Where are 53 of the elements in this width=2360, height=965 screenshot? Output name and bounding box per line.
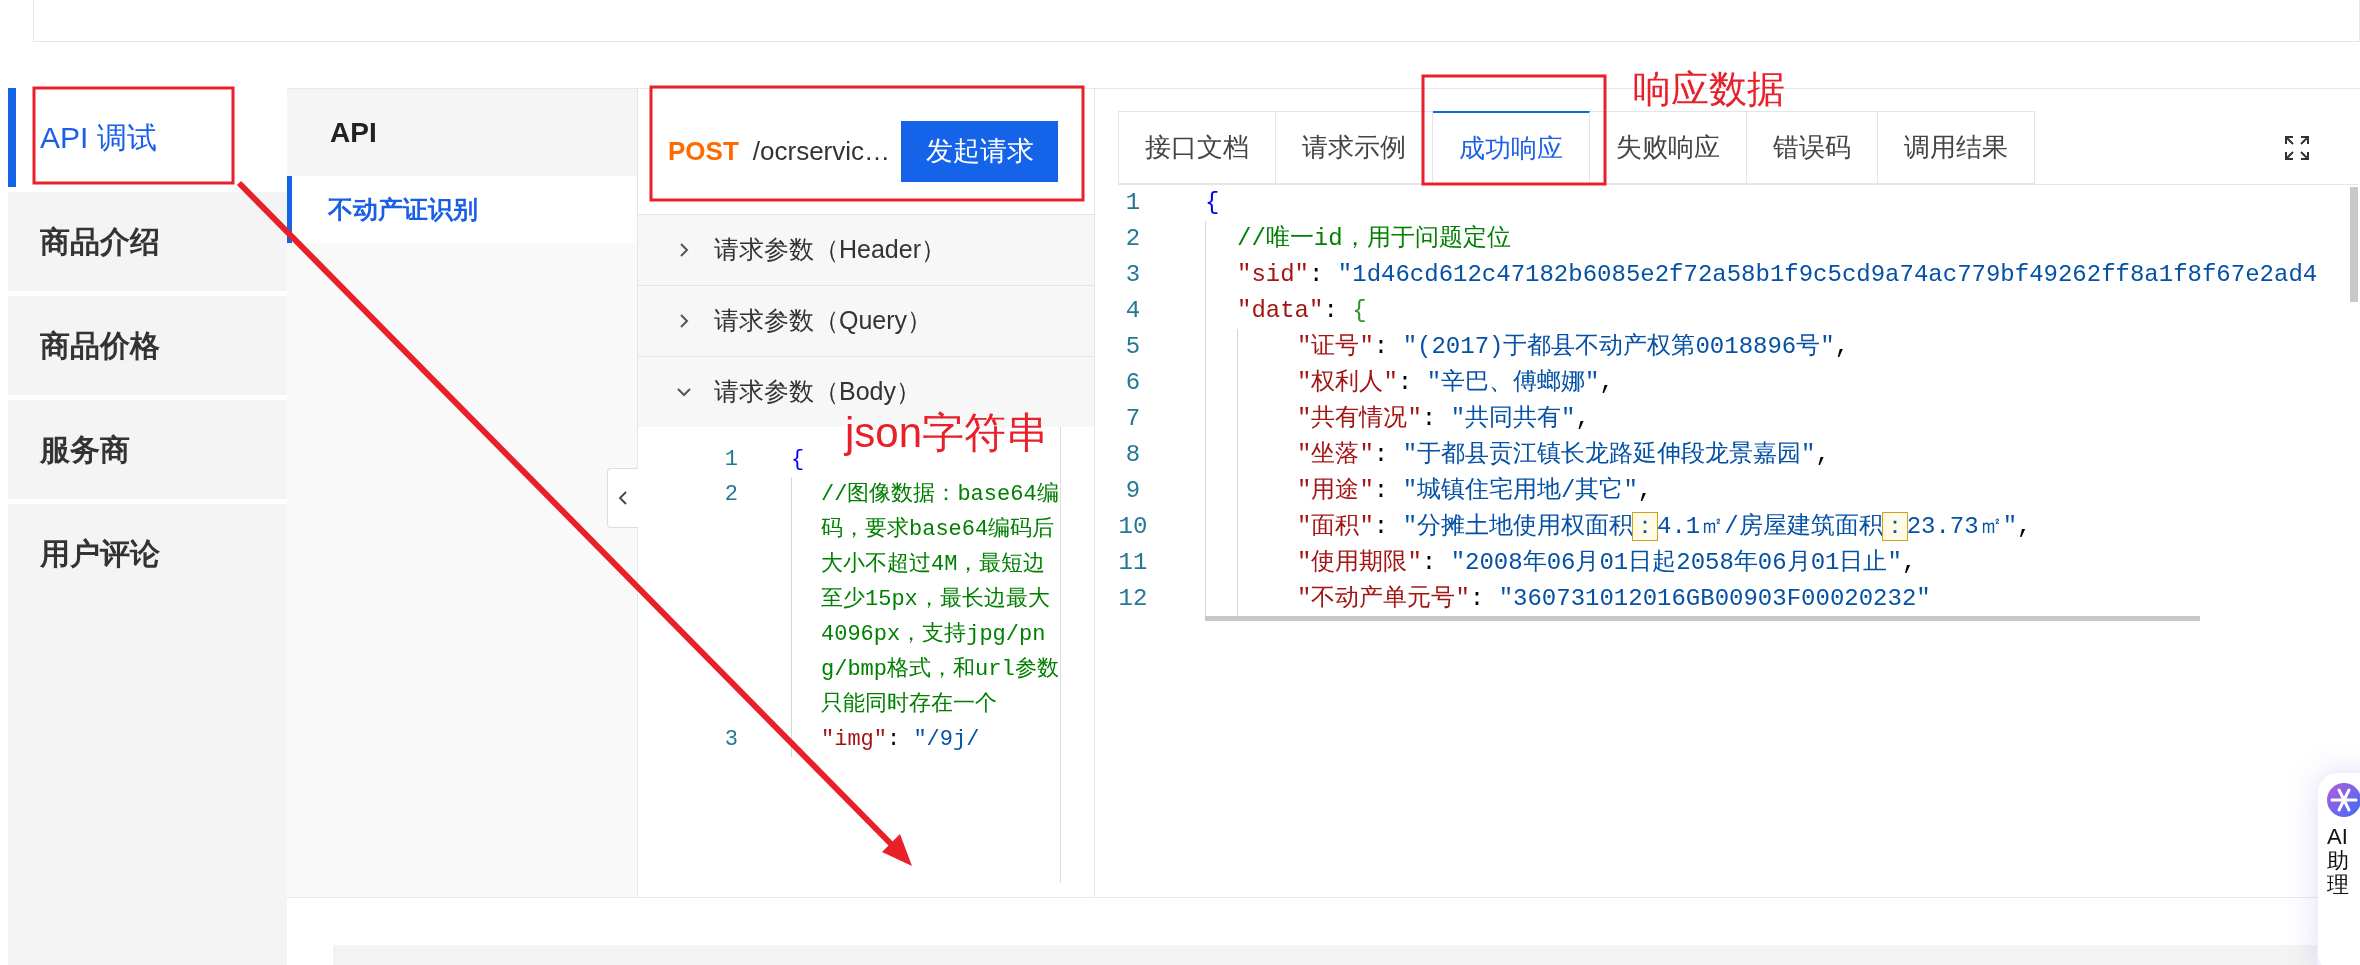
code-line: "img": "/9j/ (821, 726, 981, 754)
line-number: 5 (1124, 332, 1142, 362)
section-title: API (287, 89, 637, 176)
api-item[interactable]: 不动产证识别 (287, 176, 637, 243)
nav-item[interactable]: API 调试 (8, 88, 287, 187)
accordion-header[interactable]: 请求参数（Header） (638, 214, 1094, 285)
accordion-header[interactable]: 请求参数（Query） (638, 285, 1094, 356)
code-line: "使用期限": "2008年06月01日起2058年06月01日止", (1297, 548, 1917, 578)
code-line: "坐落": "于都县贡江镇长龙路延伸段龙景嘉园", (1297, 440, 1830, 470)
code-line: "证号": "(2017)于都县不动产权第0018896号", (1297, 332, 1850, 362)
fullscreen-icon[interactable] (2284, 134, 2310, 161)
annotation-label: 响应数据 (1633, 70, 1785, 108)
code-line: "共有情况": "共同共有", (1297, 404, 1590, 434)
send-request-button[interactable]: 发起请求 (901, 121, 1059, 182)
scrollbar[interactable] (2350, 187, 2358, 302)
tab[interactable]: 错误码 (1747, 111, 1878, 184)
line-number: 10 (1118, 512, 1148, 542)
line-number: 3 (1124, 260, 1142, 290)
code-line: { (1205, 188, 1220, 218)
assistant-widget[interactable]: AI助理 (2318, 773, 2360, 965)
code-line: "不动产单元号": "360731012016GB00903F00020232" (1297, 584, 1931, 614)
code-line: "data": { (1237, 296, 1367, 326)
line-number: 7 (1124, 404, 1142, 434)
line-number: 12 (1118, 584, 1148, 614)
scrollbar[interactable] (1205, 616, 2200, 621)
assistant-label: AI助理 (2327, 825, 2350, 898)
line-number: 2 (1124, 224, 1142, 254)
line-number: 1 (1124, 188, 1142, 218)
code-line: { (791, 446, 806, 474)
code-line: "权利人": "辛巴、傅螂娜", (1297, 368, 1614, 398)
code-line: //图像数据：base64编码，要求base64编码后大小不超过4M，最短边至少15px，最长边最大4096px，支持jpg/png/bmp格式，和url参数只能同时存在一个 (821, 481, 1060, 719)
line-number: 1 (723, 446, 738, 474)
line-number: 3 (723, 726, 738, 754)
assistant-icon (2327, 783, 2360, 817)
endpoint-path: /ocrservic… (752, 135, 891, 168)
tab[interactable]: 成功响应 (1433, 111, 1590, 184)
tab[interactable]: 调用结果 (1878, 111, 2035, 184)
code-line: //唯一id，用于问题定位 (1237, 224, 1511, 254)
http-method: POST (668, 135, 739, 168)
line-number: 4 (1124, 296, 1142, 326)
chevron-icon (616, 490, 630, 506)
code-line: "用途": "城镇住宅用地/其它", (1297, 475, 1653, 506)
tab[interactable]: 请求示例 (1276, 111, 1433, 184)
line-number: 6 (1124, 368, 1142, 398)
tab[interactable]: 接口文档 (1118, 111, 1276, 184)
collapse-button[interactable] (607, 468, 638, 528)
code-line: "sid": "1d46cd612c47182b6085e2f72a58b1f9c5cd9a74ac779bf49262ff8a1f8f67e2ad4 (1237, 260, 2318, 290)
line-number: 2 (723, 481, 738, 509)
tab[interactable]: 失败响应 (1590, 111, 1747, 184)
line-number: 9 (1124, 476, 1142, 506)
line-number: 11 (1118, 548, 1148, 578)
line-number: 8 (1124, 440, 1142, 470)
code-line: "面积": "分摊土地使用权面积：4.1㎡/房屋建筑面积：23.73㎡", (1297, 512, 2032, 542)
